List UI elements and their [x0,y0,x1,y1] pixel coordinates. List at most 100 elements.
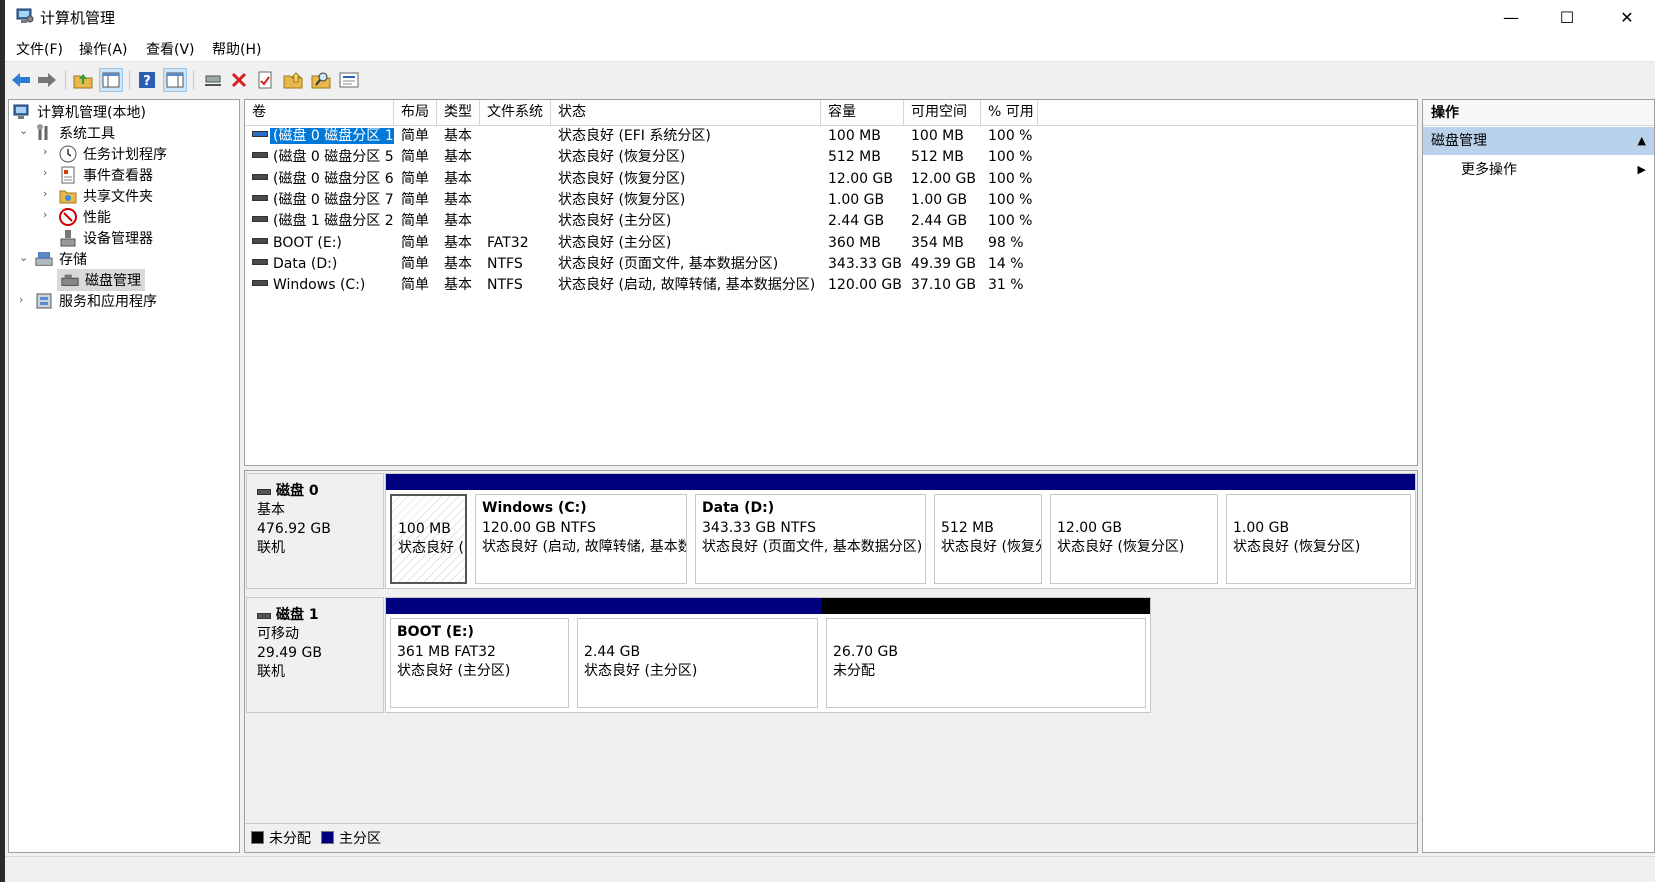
table-cell-free: 100 MB [911,128,964,144]
settings-list-icon[interactable] [337,68,361,92]
partition-status: 状态良好 (EFI 系统分区) [398,540,465,556]
volume-name: (磁盘 0 磁盘分区 5) [273,149,394,166]
disk-1-label[interactable]: 磁盘 1 可移动 29.49 GB 联机 [246,597,384,713]
close-button[interactable]: ✕ [1599,0,1655,34]
more-actions-item[interactable]: 更多操作 ▶ [1423,157,1654,183]
computer-management-icon [16,8,34,24]
chevron-right-icon[interactable]: › [43,187,47,200]
column-header-filesystem[interactable]: 文件系统 [480,100,551,126]
maximize-button[interactable]: ☐ [1539,0,1595,34]
properties-icon[interactable] [253,68,277,92]
column-header-status[interactable]: 状态 [551,100,821,126]
tree-item-task-scheduler[interactable]: 任务计划程序 [59,143,167,165]
partition-size: 100 MB [398,520,451,537]
partition-block[interactable]: 2.44 GB 状态良好 (主分区) [573,598,822,712]
primary-partition-bar [1046,474,1222,490]
partition-block[interactable]: 26.70 GB 未分配 [822,598,1150,712]
partition-block[interactable]: Windows (C:) 120.00 GB NTFS 状态良好 (启动, 故障转储… [471,474,691,588]
actions-section-disk-management[interactable]: 磁盘管理 ▲ [1423,127,1654,155]
menu-view[interactable]: 查看(V) [146,39,195,59]
column-header-layout[interactable]: 布局 [394,100,437,126]
search-folder-icon[interactable] [309,68,333,92]
tree-item-services-applications[interactable]: 服务和应用程序 [35,290,157,312]
partition-name [584,623,811,643]
disk-name-text: 磁盘 1 [276,607,319,623]
volume-name: (磁盘 0 磁盘分区 1) [270,128,394,144]
chevron-right-icon[interactable]: › [43,145,47,158]
partition-size: 361 MB FAT32 [397,643,496,660]
delete-icon[interactable] [227,68,251,92]
collapse-up-icon[interactable]: ▲ [1638,127,1646,155]
partition-block[interactable]: Data (D:) 343.33 GB NTFS 状态良好 (页面文件, 基本数据分… [691,474,930,588]
column-header-percent-free[interactable]: % 可用 [981,100,1038,126]
partition-name: BOOT (E:) [397,624,474,640]
tree-item-disk-management[interactable]: 磁盘管理 [57,269,145,291]
partition-block[interactable]: 12.00 GB 状态良好 (恢复分区) [1046,474,1222,588]
column-header-type[interactable]: 类型 [437,100,480,126]
tree-item-computer-management[interactable]: 计算机管理(本地) [13,101,146,123]
tree-item-event-viewer[interactable]: 事件查看器 [59,164,153,186]
table-row[interactable]: (磁盘 0 磁盘分区 1) 简单 基本 状态良好 (EFI 系统分区) 100 MB 10… [245,126,1419,148]
computer-management-icon [13,103,31,121]
table-row[interactable]: (磁盘 0 磁盘分区 5) 简单 基本 状态良好 (恢复分区) 512 MB 512 MB… [245,147,1419,169]
table-row[interactable]: (磁盘 0 磁盘分区 7) 简单 基本 状态良好 (恢复分区) 1.00 GB 1.00 … [245,190,1419,212]
table-row[interactable]: (磁盘 1 磁盘分区 2) 简单 基本 状态良好 (主分区) 2.44 GB 2.44 G… [245,211,1419,233]
partition-size: 1.00 GB [1233,519,1290,536]
menu-file[interactable]: 文件(F) [16,39,63,59]
open-folder-icon[interactable] [281,68,305,92]
chevron-right-icon[interactable]: › [43,166,47,179]
partition-body: Windows (C:) 120.00 GB NTFS 状态良好 (启动, 故障转储… [475,494,687,584]
forward-arrow-icon[interactable] [35,68,59,92]
show-hide-action-pane-icon[interactable] [163,68,187,92]
volume-list: 卷 布局 类型 文件系统 状态 容量 可用空间 % 可用 (磁盘 0 磁盘分区 … [244,99,1419,465]
volume-name: (磁盘 0 磁盘分区 7) [273,191,394,208]
disk-0-label[interactable]: 磁盘 0 基本 476.92 GB 联机 [246,473,384,589]
table-cell-layout: 简单 [401,170,429,187]
table-cell-layout: 简单 [401,277,429,294]
table-cell-layout: 简单 [401,191,429,208]
back-arrow-icon[interactable] [9,68,33,92]
shared-folders-icon [59,187,77,205]
partition-block[interactable]: 512 MB 状态良好 (恢复分区) [930,474,1046,588]
table-cell-vol: Data (D:) [245,254,394,276]
chevron-down-icon[interactable]: ⌄ [19,251,28,264]
volume-icon [252,258,268,265]
column-header-volume[interactable]: 卷 [245,100,394,126]
tree-label: 存储 [59,252,87,268]
column-header-free-space[interactable]: 可用空间 [904,100,981,126]
primary-partition-bar [691,474,930,490]
partition-size: 12.00 GB [1057,519,1122,536]
partition-body: 100 MB 状态良好 (EFI 系统分区) [390,494,467,584]
menu-action[interactable]: 操作(A) [79,39,128,59]
table-row[interactable]: Data (D:) 简单 基本 NTFS 状态良好 (页面文件, 基本数据分区) 343.… [245,254,1419,276]
up-folder-icon[interactable] [71,68,95,92]
table-cell-cap: 120.00 GB [828,277,902,294]
table-row[interactable]: BOOT (E:) 简单 基本 FAT32 状态良好 (主分区) 360 MB 354 MB… [245,233,1419,255]
partition-block[interactable]: 1.00 GB 状态良好 (恢复分区) [1222,474,1415,588]
table-row[interactable]: (磁盘 0 磁盘分区 6) 简单 基本 状态良好 (恢复分区) 12.00 GB 12.0… [245,169,1419,191]
menu-help[interactable]: 帮助(H) [212,39,261,59]
chevron-down-icon[interactable]: ⌄ [19,124,28,137]
tree-item-performance[interactable]: 性能 [59,206,111,228]
tree-item-shared-folders[interactable]: 共享文件夹 [59,185,153,207]
legend-label: 主分区 [339,830,381,847]
show-hide-tree-icon[interactable] [99,68,123,92]
connect-drive-icon[interactable] [201,68,225,92]
partition-block[interactable]: BOOT (E:) 361 MB FAT32 状态良好 (主分区) [386,598,573,712]
chevron-right-icon[interactable]: › [19,293,23,306]
column-header-capacity[interactable]: 容量 [821,100,904,126]
legend-item-primary: 主分区 [321,828,381,848]
partition-block[interactable]: 100 MB 状态良好 (EFI 系统分区) [386,474,471,588]
minimize-button[interactable]: — [1483,0,1539,34]
table-cell-status: 状态良好 (启动, 故障转储, 基本数据分区) [558,277,816,294]
tree-item-device-manager[interactable]: 设备管理器 [59,227,153,249]
table-row[interactable]: Windows (C:) 简单 基本 NTFS 状态良好 (启动, 故障转储, 基本数据… [245,275,1419,297]
help-icon[interactable]: ? [135,68,159,92]
chevron-right-icon[interactable]: › [43,208,47,221]
actions-header: 操作 [1423,100,1654,126]
tree-item-system-tools[interactable]: 系统工具 [35,122,115,144]
actions-section-label: 磁盘管理 [1431,133,1487,149]
table-cell-fs: FAT32 [487,234,529,251]
tree-label: 服务和应用程序 [59,294,157,310]
tree-item-storage[interactable]: 存储 [35,248,87,270]
